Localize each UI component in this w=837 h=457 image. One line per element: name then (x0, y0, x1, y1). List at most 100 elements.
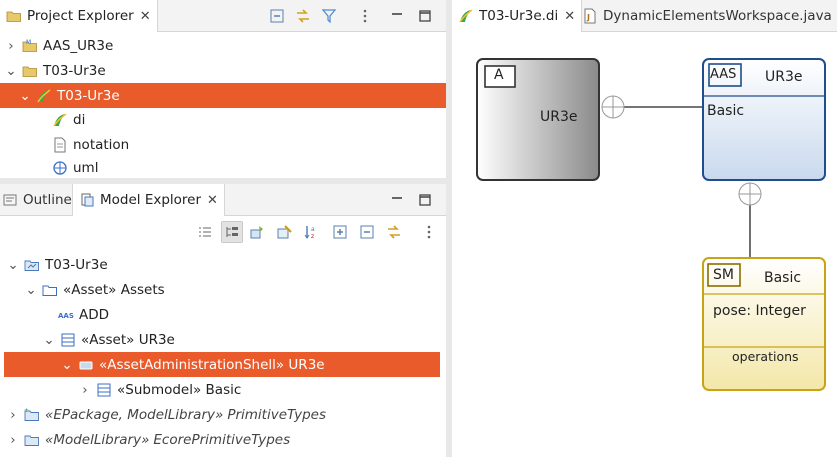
maximize-icon[interactable] (416, 7, 434, 25)
sm-attribute: pose: Integer (713, 303, 806, 319)
chevron-down-icon[interactable]: ⌄ (60, 357, 74, 373)
tab-model-explorer[interactable]: Model Explorer ✕ (72, 184, 225, 216)
outline-icon (2, 192, 18, 208)
chevron-down-icon[interactable]: ⌄ (18, 88, 32, 104)
svg-text:z: z (311, 233, 314, 239)
tab-outline-label: Outline (23, 192, 72, 208)
tree-item-aas-ur3e[interactable]: ⌄ «AssetAdministrationShell» UR3e (4, 352, 440, 377)
chevron-down-icon[interactable]: ⌄ (6, 257, 20, 273)
tree-item-submodel-basic[interactable]: › «Submodel» Basic (0, 377, 440, 402)
tree-item-model-root[interactable]: ⌄ T03-Ur3e (0, 252, 440, 277)
chevron-down-icon[interactable]: ⌄ (42, 332, 56, 348)
tree-item-assets[interactable]: ⌄ «Asset» Assets (0, 277, 440, 302)
file-icon (52, 137, 68, 153)
tree-item-label: T03-Ur3e (45, 256, 108, 273)
svg-text:a: a (311, 226, 315, 233)
svg-text:+: + (24, 407, 29, 414)
asset-name: UR3e (540, 109, 578, 125)
expand-all-icon[interactable] (331, 223, 349, 241)
tree-item-di[interactable]: di (0, 107, 446, 132)
papyrus-di-icon (458, 8, 474, 24)
tree-item-label: «Asset» Assets (63, 281, 165, 298)
model-explorer-toolbar: az (0, 217, 446, 247)
project-explorer-panel: Project Explorer ✕ › M AAS_UR3e ⌄ T03-Ur… (0, 0, 446, 178)
customize-icon[interactable] (276, 223, 294, 241)
tree-item-t03-ur3e-model[interactable]: ⌄ T03-Ur3e (0, 83, 446, 108)
diagram-canvas[interactable] (452, 32, 837, 457)
collapse-all-icon[interactable] (358, 223, 376, 241)
tree-item-ecore-primitive-types[interactable]: › «ModelLibrary» EcorePrimitiveTypes (0, 427, 440, 452)
sort-alpha-icon[interactable]: az (303, 223, 321, 241)
tab-diagram-editor[interactable]: T03-Ur3e.di ✕ (452, 0, 583, 32)
aas-name: UR3e (765, 69, 803, 85)
sm-badge: SM (713, 267, 734, 283)
sm-name: Basic (764, 270, 802, 286)
tree-item-label: AAS_UR3e (43, 37, 114, 54)
minimize-icon[interactable] (388, 7, 406, 25)
model-explorer-icon (79, 192, 95, 208)
asset-badge: A (494, 67, 504, 83)
link-with-editor-icon[interactable] (294, 7, 312, 25)
tree-item-label: T03-Ur3e (43, 62, 106, 79)
tree-item-primitive-types[interactable]: › + «EPackage, ModelLibrary» PrimitiveTy… (0, 402, 440, 427)
tree-item-label: «Asset» UR3e (81, 331, 175, 348)
sm-operations: operations (732, 349, 799, 364)
tab-java-label: DynamicElementsWorkspace.java (603, 8, 832, 24)
editor-tabbar: T03-Ur3e.di ✕ J DynamicElementsWorkspace… (452, 0, 837, 32)
filter-icon[interactable] (320, 7, 338, 25)
tree-item-label: ADD (79, 306, 110, 323)
class-icon (60, 332, 76, 348)
svg-text:J: J (586, 13, 590, 22)
tree-item-t03-ur3e-project[interactable]: ⌄ T03-Ur3e (0, 58, 446, 83)
tree-item-add[interactable]: AAS ADD (0, 302, 440, 327)
minimize-icon[interactable] (388, 191, 406, 209)
tree-item-notation[interactable]: notation (0, 132, 446, 157)
close-icon[interactable]: ✕ (564, 9, 575, 24)
folder-open-icon (22, 63, 38, 79)
java-file-icon: J (582, 8, 598, 24)
tab-java-editor[interactable]: J DynamicElementsWorkspace.java (576, 0, 837, 32)
tree-item-stereotype: «EPackage, ModelLibrary» (45, 406, 224, 423)
view-menu-icon[interactable] (356, 7, 374, 25)
list-view-icon[interactable] (196, 223, 214, 241)
maximize-icon[interactable] (416, 191, 434, 209)
tree-item-label: EcorePrimitiveTypes (153, 431, 291, 448)
property-icon (78, 357, 94, 373)
model-library-icon (24, 432, 40, 448)
tab-model-explorer-label: Model Explorer (100, 192, 202, 208)
chevron-down-icon[interactable]: ⌄ (4, 63, 18, 79)
tree-item-aas-ur3e[interactable]: › M AAS_UR3e (0, 33, 446, 58)
link-with-editor-icon[interactable] (385, 223, 403, 241)
chevron-down-icon[interactable]: ⌄ (24, 282, 38, 298)
uml-file-icon (52, 160, 68, 176)
class-icon (96, 382, 112, 398)
project-icon: M (22, 38, 38, 54)
chevron-right-icon[interactable]: › (6, 407, 20, 423)
package-icon (42, 282, 58, 298)
project-explorer-tabbar: Project Explorer ✕ (0, 0, 446, 32)
tab-outline[interactable]: Outline (0, 184, 78, 216)
tree-item-label: notation (73, 136, 130, 153)
model-icon (24, 257, 40, 273)
svg-text:M: M (26, 39, 31, 46)
chevron-right-icon[interactable]: › (78, 382, 92, 398)
tab-project-explorer[interactable]: Project Explorer ✕ (0, 0, 158, 32)
tree-item-stereotype: «ModelLibrary» (45, 431, 150, 448)
tree-item-label: «Submodel» Basic (117, 381, 242, 398)
tree-item-asset-ur3e[interactable]: ⌄ «Asset» UR3e (0, 327, 440, 352)
aas-badge: AAS (710, 67, 737, 82)
tree-item-uml[interactable]: uml (0, 157, 446, 178)
aas-asset-icon: AAS (58, 307, 74, 323)
diagram-filter-icon[interactable] (249, 223, 267, 241)
tree-item-label: T03-Ur3e (57, 87, 120, 104)
tab-diagram-label: T03-Ur3e.di (479, 8, 559, 24)
close-icon[interactable]: ✕ (140, 9, 151, 24)
svg-text:AAS: AAS (58, 312, 74, 320)
chevron-right-icon[interactable]: › (6, 432, 20, 448)
collapse-all-icon[interactable] (268, 7, 286, 25)
editor-panel: T03-Ur3e.di ✕ J DynamicElementsWorkspace… (452, 0, 837, 457)
close-icon[interactable]: ✕ (207, 193, 218, 208)
tree-view-icon[interactable] (221, 221, 243, 243)
chevron-right-icon[interactable]: › (4, 38, 18, 54)
view-menu-icon[interactable] (420, 223, 438, 241)
